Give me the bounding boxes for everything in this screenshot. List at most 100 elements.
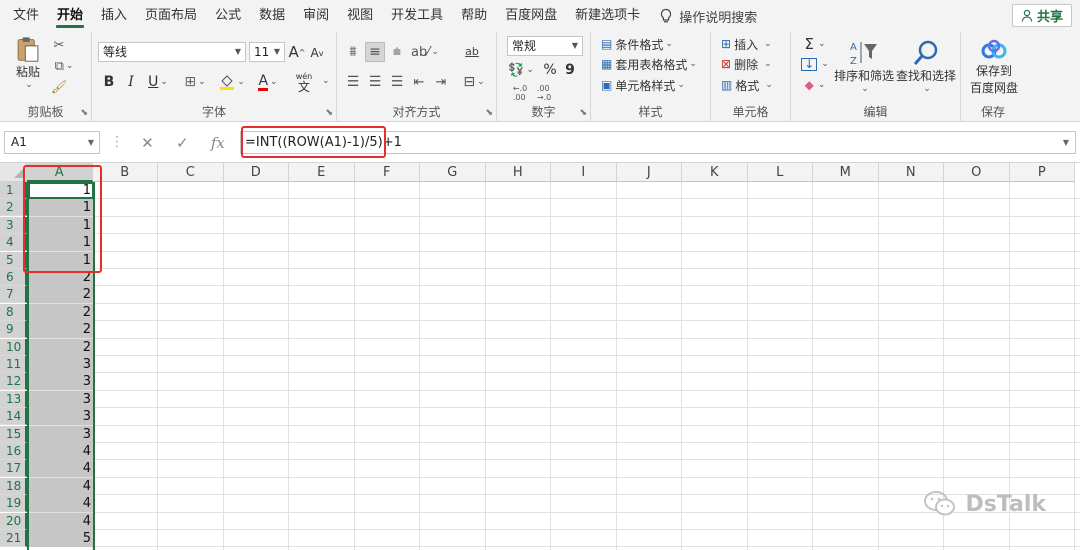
- accounting-format-button[interactable]: 💱 ⌄: [507, 60, 535, 80]
- phonetic-dropdown-icon[interactable]: ⌄: [322, 76, 330, 86]
- row-header-9[interactable]: 9: [0, 321, 27, 339]
- row-header-12[interactable]: 12: [0, 373, 27, 391]
- font-color-button[interactable]: A ⌄: [252, 72, 284, 92]
- column-header-g[interactable]: G: [420, 163, 486, 182]
- fill-button[interactable]: ↓ ⌄: [801, 54, 829, 74]
- tab-baidu-netdisk[interactable]: 百度网盘: [496, 0, 566, 32]
- tab-file[interactable]: 文件: [0, 0, 48, 32]
- cell-a9[interactable]: 2: [28, 321, 94, 339]
- tab-insert[interactable]: 插入: [92, 0, 136, 32]
- align-middle-button[interactable]: ≡: [365, 42, 385, 62]
- phonetic-button[interactable]: wén 文: [290, 70, 318, 94]
- cell-a20[interactable]: 4: [28, 512, 94, 530]
- font-name-select[interactable]: 等线 ▼: [98, 42, 246, 62]
- cell-a2[interactable]: 1: [28, 199, 94, 217]
- row-header-4[interactable]: 4: [0, 234, 27, 252]
- row-header-17[interactable]: 17: [0, 460, 27, 478]
- cell-a14[interactable]: 3: [28, 408, 94, 426]
- row-header-11[interactable]: 11: [0, 356, 27, 373]
- insert-cells-button[interactable]: ⊞ 插入 ⌄: [721, 34, 772, 54]
- row-header-1[interactable]: 1: [0, 182, 27, 199]
- column-header-k[interactable]: K: [682, 163, 748, 182]
- expand-formula-icon[interactable]: ▼: [1063, 132, 1069, 153]
- number-format-select[interactable]: 常规 ▼: [507, 36, 583, 56]
- column-header-d[interactable]: D: [223, 163, 289, 182]
- cell-styles-button[interactable]: ▣ 单元格样式 ⌄: [601, 75, 685, 95]
- fill-color-button[interactable]: ⌄: [216, 72, 248, 92]
- format-as-table-button[interactable]: ▦ 套用表格格式 ⌄: [601, 54, 697, 74]
- column-header-n[interactable]: N: [878, 163, 944, 182]
- cell-a19[interactable]: 4: [28, 495, 94, 513]
- align-left-button[interactable]: ☰: [343, 72, 363, 92]
- cell-a5[interactable]: 1: [28, 251, 94, 269]
- row-header-15[interactable]: 15: [0, 425, 27, 443]
- tell-me-search[interactable]: 操作说明搜索: [649, 0, 757, 32]
- increase-font-button[interactable]: A ^: [288, 42, 306, 62]
- row-header-6[interactable]: 6: [0, 269, 27, 286]
- column-header-a[interactable]: A: [27, 163, 93, 182]
- cell-a15[interactable]: 3: [28, 425, 94, 443]
- cell-a3[interactable]: 1: [28, 216, 94, 234]
- italic-button[interactable]: I: [122, 72, 140, 92]
- row-header-13[interactable]: 13: [0, 390, 27, 408]
- cell-a17[interactable]: 4: [28, 460, 94, 478]
- find-select-button[interactable]: 查找和选择 ⌄: [895, 34, 957, 98]
- cell-a16[interactable]: 4: [28, 443, 94, 460]
- format-cells-button[interactable]: ▥ 格式 ⌄: [721, 75, 773, 95]
- paste-dropdown-icon[interactable]: ⌄: [25, 80, 33, 90]
- cell-a11[interactable]: 3: [28, 356, 94, 373]
- cell-a1[interactable]: 1: [28, 182, 94, 199]
- cancel-icon[interactable]: ✕: [141, 134, 154, 152]
- alignment-launcher-icon[interactable]: ⬊: [485, 109, 493, 118]
- row-header-21[interactable]: 21: [0, 530, 27, 547]
- tab-view[interactable]: 视图: [338, 0, 382, 32]
- cell-a4[interactable]: 1: [28, 234, 94, 252]
- name-box[interactable]: A1 ▼: [4, 131, 100, 154]
- conditional-formatting-button[interactable]: ▤ 条件格式 ⌄: [601, 34, 673, 54]
- cell-a21[interactable]: 5: [28, 530, 94, 547]
- cell-a7[interactable]: 2: [28, 286, 94, 304]
- clear-button[interactable]: ◆ ⌄: [801, 75, 829, 95]
- borders-button[interactable]: ⊞ ⌄: [180, 72, 210, 92]
- delete-cells-button[interactable]: ⊠ 删除 ⌄: [721, 54, 772, 74]
- column-header-c[interactable]: C: [158, 163, 224, 182]
- cell-a10[interactable]: 2: [28, 338, 94, 356]
- select-all-corner[interactable]: [0, 163, 27, 182]
- copy-dropdown-icon[interactable]: ⌄: [66, 61, 74, 71]
- row-header-7[interactable]: 7: [0, 286, 27, 304]
- tab-home[interactable]: 开始: [48, 0, 92, 32]
- align-bottom-button[interactable]: ⩧: [387, 42, 407, 62]
- merge-center-button[interactable]: ⊟ ⌄: [459, 72, 489, 92]
- cell-a8[interactable]: 2: [28, 303, 94, 321]
- row-header-20[interactable]: 20: [0, 512, 27, 530]
- tab-new-tab[interactable]: 新建选项卡: [566, 0, 649, 32]
- row-header-5[interactable]: 5: [0, 251, 27, 269]
- cell-a18[interactable]: 4: [28, 477, 94, 495]
- format-painter-button[interactable]: 🖌: [50, 78, 68, 96]
- column-header-l[interactable]: L: [747, 163, 813, 182]
- paste-button[interactable]: 粘贴 ⌄: [10, 36, 46, 90]
- number-launcher-icon[interactable]: ⬊: [579, 109, 587, 118]
- tab-developer[interactable]: 开发工具: [382, 0, 452, 32]
- cell-a12[interactable]: 3: [28, 373, 94, 391]
- worksheet-grid[interactable]: ABCDEFGHIJKLMNOP 1 2 3 4 5 6 7 8 9 10 11 12 13 14 15 16…: [0, 163, 1080, 550]
- tab-review[interactable]: 审阅: [294, 0, 338, 32]
- row-header-2[interactable]: 2: [0, 199, 27, 217]
- cell-a13[interactable]: 3: [28, 390, 94, 408]
- tab-help[interactable]: 帮助: [452, 0, 496, 32]
- decrease-decimal-button[interactable]: .00 →.0: [533, 84, 555, 102]
- column-header-o[interactable]: O: [944, 163, 1010, 182]
- column-header-b[interactable]: B: [92, 163, 158, 182]
- column-header-i[interactable]: I: [551, 163, 617, 182]
- decrease-indent-button[interactable]: ⇤: [409, 72, 429, 92]
- percent-button[interactable]: %: [541, 60, 559, 80]
- tab-data[interactable]: 数据: [250, 0, 294, 32]
- share-button[interactable]: 共享: [1011, 4, 1072, 27]
- align-center-button[interactable]: ☰: [365, 72, 385, 92]
- insert-function-icon[interactable]: fx: [211, 134, 225, 152]
- tab-page-layout[interactable]: 页面布局: [136, 0, 206, 32]
- underline-button[interactable]: U ⌄: [144, 72, 172, 92]
- align-right-button[interactable]: ☰: [387, 72, 407, 92]
- decrease-font-button[interactable]: Av: [308, 44, 326, 62]
- autosum-button[interactable]: Σ ⌄: [801, 34, 829, 54]
